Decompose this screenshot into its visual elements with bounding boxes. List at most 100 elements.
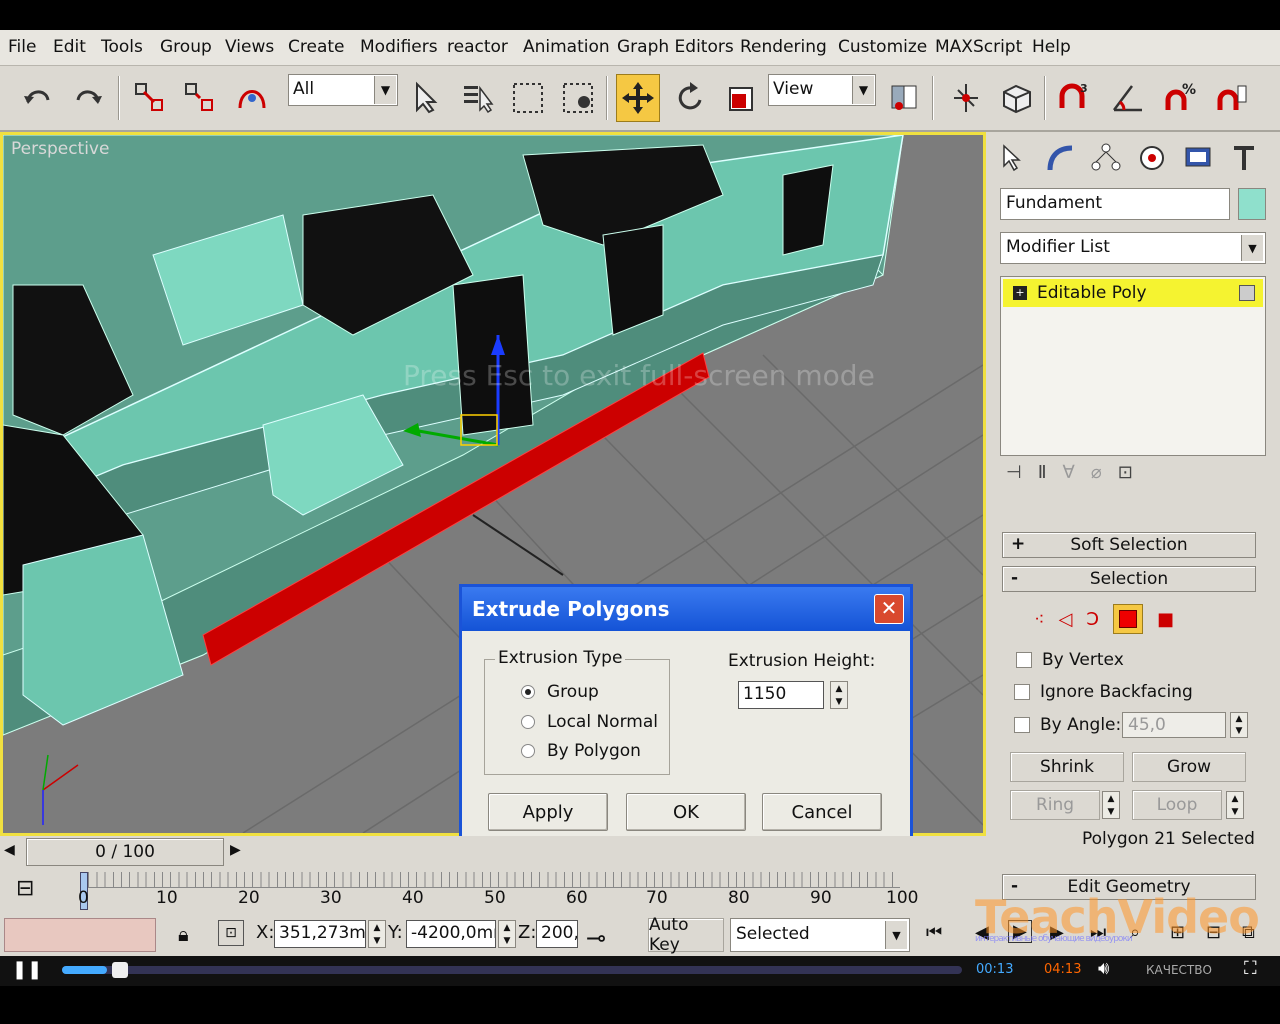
go-to-start-icon[interactable]: ⏮︎ [926, 922, 942, 943]
menu-reactor[interactable]: reactor [447, 37, 508, 57]
spinner-up-icon[interactable]: ▲ [836, 684, 843, 694]
grow-button[interactable]: Grow [1132, 752, 1246, 782]
undo-icon[interactable] [16, 74, 60, 122]
edge-icon[interactable]: ◁ [1059, 609, 1073, 630]
dialog-title-bar[interactable]: Extrude Polygons ✕ [462, 587, 910, 631]
menu-rendering[interactable]: Rendering [740, 37, 827, 57]
progress-handle[interactable] [112, 962, 128, 978]
make-unique-icon[interactable]: ∀ [1063, 462, 1075, 483]
chevron-right-icon[interactable]: ▶ [230, 842, 241, 858]
mirror-icon[interactable] [944, 74, 988, 122]
menu-create[interactable]: Create [288, 37, 345, 57]
redo-icon[interactable] [66, 74, 110, 122]
radio-group[interactable]: Group [521, 682, 599, 702]
cancel-button[interactable]: Cancel [762, 793, 882, 831]
radio-button[interactable] [521, 744, 535, 758]
pin-stack-icon[interactable]: ⊣ [1006, 462, 1022, 483]
menu-edit[interactable]: Edit [53, 37, 86, 57]
motion-tab-icon[interactable] [1132, 138, 1172, 178]
display-tab-icon[interactable] [1178, 138, 1218, 178]
viewport-label[interactable]: Perspective [11, 139, 109, 159]
shrink-button[interactable]: Shrink [1010, 752, 1124, 782]
menu-help[interactable]: Help [1032, 37, 1071, 57]
align-icon[interactable] [994, 74, 1038, 122]
angle-snap-icon[interactable] [1106, 74, 1150, 122]
rectangular-region-icon[interactable] [506, 74, 550, 122]
border-icon[interactable]: Ͻ [1086, 609, 1099, 630]
snaps-toggle-icon[interactable]: 3 [1052, 74, 1096, 122]
configure-modifier-sets-icon[interactable]: ⊡ [1118, 462, 1133, 483]
spinner-up-icon[interactable]: ▲ [1108, 794, 1115, 804]
by-angle-input[interactable]: 45,0 [1122, 712, 1226, 738]
checkbox[interactable] [1014, 717, 1030, 733]
auto-key-button[interactable]: Auto Key [648, 915, 724, 955]
spinner-down-icon[interactable]: ▼ [504, 936, 511, 946]
menu-views[interactable]: Views [225, 37, 274, 57]
menu-file[interactable]: File [8, 37, 36, 57]
x-coord-spinner[interactable]: ▲ ▼ [368, 920, 386, 948]
key-icon[interactable]: ⊸ [586, 924, 606, 952]
toggle-icon[interactable] [1239, 285, 1255, 301]
fullscreen-icon[interactable]: ⛶ [1244, 958, 1257, 979]
z-coord-input[interactable]: 200, [536, 920, 578, 948]
by-angle-spinner[interactable]: ▲ ▼ [1230, 712, 1248, 738]
loop-button[interactable]: Loop [1132, 790, 1222, 820]
object-name-input[interactable]: Fundament [1000, 188, 1230, 220]
selection-filter-dropdown[interactable]: All ▼ [288, 74, 398, 106]
select-object-icon[interactable] [403, 74, 447, 122]
spinner-down-icon[interactable]: ▼ [1108, 807, 1115, 817]
select-link-icon[interactable] [128, 74, 172, 122]
extrusion-height-input[interactable]: 1150 [738, 681, 824, 709]
apply-button[interactable]: Apply [488, 793, 608, 831]
menu-group[interactable]: Group [160, 37, 212, 57]
element-icon[interactable]: ■ [1157, 609, 1174, 630]
radio-button-checked[interactable] [521, 685, 535, 699]
menu-maxscript[interactable]: MAXScript [935, 37, 1022, 57]
loop-spinner[interactable]: ▲ ▼ [1226, 791, 1244, 819]
select-rotate-icon[interactable] [668, 74, 712, 122]
bind-spacewarp-icon[interactable] [230, 74, 274, 122]
ignore-backfacing-checkbox[interactable]: Ignore Backfacing [1014, 682, 1193, 702]
menu-modifiers[interactable]: Modifiers [360, 37, 438, 57]
remove-modifier-icon[interactable]: ⌀ [1091, 462, 1102, 483]
maxscript-listener-mini[interactable] [4, 918, 156, 952]
utilities-tab-icon[interactable] [1224, 138, 1264, 178]
plus-icon[interactable]: + [1013, 286, 1027, 300]
close-icon[interactable]: ✕ [874, 594, 904, 624]
select-scale-icon[interactable] [718, 74, 762, 122]
track-bar[interactable]: ⊟ 0 10 20 30 40 50 60 70 80 90 100 [0, 870, 986, 914]
time-slider[interactable]: 0 / 100 [26, 838, 224, 866]
use-pivot-icon[interactable] [882, 74, 926, 122]
menu-graph-editors[interactable]: Graph Editors [617, 37, 734, 57]
radio-local-normal[interactable]: Local Normal [521, 712, 658, 732]
vertex-icon[interactable]: ⁖ [1034, 609, 1045, 630]
spinner-up-icon[interactable]: ▲ [504, 923, 511, 933]
absolute-mode-icon[interactable]: ⊡ [218, 920, 244, 946]
curve-editor-icon[interactable]: ⊟ [16, 876, 34, 901]
spinner-down-icon[interactable]: ▼ [1236, 726, 1243, 736]
quality-button[interactable]: КАЧЕСТВО [1146, 963, 1212, 977]
select-by-name-icon[interactable] [456, 74, 500, 122]
soft-selection-rollout[interactable]: + Soft Selection [1002, 532, 1256, 558]
hierarchy-tab-icon[interactable] [1086, 138, 1126, 178]
percent-snap-icon[interactable]: % [1158, 74, 1202, 122]
selection-rollout[interactable]: - Selection [1002, 566, 1256, 592]
volume-icon[interactable]: 🔊︎ [1098, 958, 1109, 979]
spinner-up-icon[interactable]: ▲ [1232, 794, 1239, 804]
modifier-list-dropdown[interactable]: Modifier List ▼ [1000, 232, 1266, 264]
spinner-down-icon[interactable]: ▼ [374, 936, 381, 946]
spinner-down-icon[interactable]: ▼ [836, 697, 843, 707]
menu-animation[interactable]: Animation [523, 37, 610, 57]
y-coord-input[interactable]: -4200,0mm [406, 920, 496, 948]
unlink-icon[interactable] [178, 74, 222, 122]
spinner-up-icon[interactable]: ▲ [374, 923, 381, 933]
window-crossing-icon[interactable] [556, 74, 600, 122]
object-color-swatch[interactable] [1238, 188, 1266, 220]
stack-item-editable-poly[interactable]: + Editable Poly [1003, 279, 1263, 307]
modify-tab-icon[interactable] [1040, 138, 1080, 178]
show-end-result-icon[interactable]: Ⅱ [1038, 462, 1047, 483]
chevron-left-icon[interactable]: ◀ [4, 842, 15, 858]
menu-tools[interactable]: Tools [101, 37, 143, 57]
checkbox[interactable] [1016, 652, 1032, 668]
pause-icon[interactable]: ❚❚ [12, 959, 42, 980]
